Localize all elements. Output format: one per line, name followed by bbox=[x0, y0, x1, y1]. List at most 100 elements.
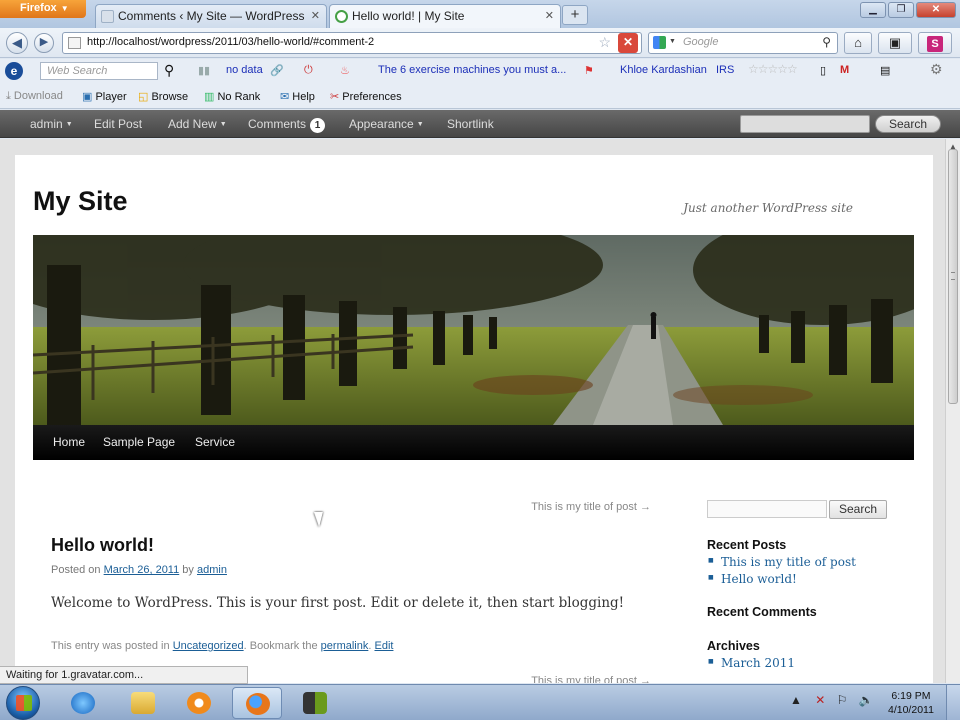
browse-button[interactable]: ◱ Browse bbox=[138, 90, 188, 103]
irs-link[interactable]: IRS bbox=[716, 64, 734, 76]
menu-item-service[interactable]: Service bbox=[195, 435, 235, 449]
recent-post-link[interactable]: This is my title of post bbox=[708, 555, 856, 569]
edit-link[interactable]: Edit bbox=[374, 640, 393, 652]
tab-label: Comments ‹ My Site — WordPress bbox=[118, 9, 305, 23]
ask-logo-icon[interactable]: e bbox=[5, 62, 23, 80]
gear-icon[interactable]: ⚙ bbox=[930, 61, 943, 78]
sidebar-search-input[interactable] bbox=[707, 500, 827, 518]
tab-comments[interactable]: Comments ‹ My Site — WordPress ✕ bbox=[95, 4, 327, 28]
flame-icon[interactable]: ♨ bbox=[340, 64, 350, 77]
site-title[interactable]: My Site bbox=[33, 186, 128, 217]
firefox-menu-button[interactable]: Firefox ▼ bbox=[0, 0, 86, 18]
shortlink-link[interactable]: Shortlink bbox=[447, 117, 494, 131]
celebrity-link[interactable]: Khloe Kardashian bbox=[620, 64, 707, 76]
close-window-button[interactable]: ✕ bbox=[916, 2, 956, 18]
help-label: Help bbox=[292, 91, 315, 103]
taskbar-internet-explorer[interactable] bbox=[58, 687, 108, 719]
entry-footer: This entry was posted in Uncategorized. … bbox=[51, 640, 393, 652]
admin-menu[interactable]: admin ▼ bbox=[30, 117, 73, 131]
appearance-menu[interactable]: Appearance ▼ bbox=[349, 117, 424, 131]
navigation-toolbar: ◀ ▶ http://localhost/wordpress/2011/03/h… bbox=[0, 28, 960, 58]
post-meta: Posted on March 26, 2011 by admin bbox=[51, 564, 227, 576]
no-rank-button[interactable]: ▥ No Rank bbox=[204, 90, 260, 103]
wp-page: My Site Just another WordPress site Home… bbox=[15, 155, 933, 683]
taskbar-camtasia[interactable] bbox=[290, 687, 340, 719]
tray-expand-icon[interactable]: ▲ bbox=[790, 693, 802, 707]
chevron-down-icon[interactable]: ▼ bbox=[669, 38, 676, 45]
show-desktop-button[interactable] bbox=[946, 685, 960, 720]
player-button[interactable]: ▣ Player bbox=[82, 90, 127, 103]
add-new-menu[interactable]: Add New ▼ bbox=[168, 117, 227, 131]
taskbar-media-player[interactable] bbox=[174, 687, 224, 719]
comments-label: Comments bbox=[248, 117, 307, 131]
scrollbar-thumb[interactable] bbox=[948, 149, 958, 404]
maximize-button[interactable]: ❐ bbox=[888, 2, 914, 18]
start-button[interactable] bbox=[6, 686, 40, 720]
author-link[interactable]: admin bbox=[197, 564, 227, 576]
next-post-link[interactable]: This is my title of post → bbox=[531, 501, 651, 513]
site-description: Just another WordPress site bbox=[683, 201, 853, 215]
web-search-input[interactable]: Web Search bbox=[40, 62, 158, 80]
home-button[interactable]: ⌂ bbox=[844, 32, 872, 54]
internet-explorer-icon bbox=[71, 692, 95, 714]
post-title[interactable]: Hello world! bbox=[51, 535, 154, 556]
download-button[interactable]: ⤓ Download bbox=[6, 90, 63, 103]
recorder-icon bbox=[303, 692, 327, 714]
new-tab-button[interactable]: + bbox=[562, 5, 588, 25]
player-icon: ▣ bbox=[82, 91, 96, 103]
next-post-link-bottom[interactable]: This is my title of post → bbox=[531, 675, 651, 683]
search-icon[interactable]: ⚲ bbox=[822, 35, 831, 49]
edit-post-link[interactable]: Edit Post bbox=[94, 117, 142, 131]
preferences-button[interactable]: ✂ Preferences bbox=[330, 90, 402, 103]
permalink-link[interactable]: permalink bbox=[321, 640, 369, 652]
forward-button[interactable]: ▶ bbox=[34, 33, 54, 53]
archive-link[interactable]: March 2011 bbox=[708, 656, 795, 670]
action-center-icon[interactable]: ⚐ bbox=[837, 693, 848, 707]
gmail-icon[interactable]: M bbox=[840, 64, 849, 76]
network-icon[interactable]: ✕ bbox=[815, 693, 825, 707]
search-engine-box[interactable]: ▼ Google ⚲ bbox=[648, 32, 838, 54]
image-icon[interactable]: ▤ bbox=[880, 64, 890, 77]
taskbar-firefox[interactable] bbox=[232, 687, 282, 719]
no-data-label[interactable]: no data bbox=[226, 64, 263, 76]
taskbar-explorer[interactable] bbox=[118, 687, 168, 719]
bookmark-star-icon[interactable]: ☆ bbox=[598, 34, 611, 51]
volume-icon[interactable]: 🔈 bbox=[859, 693, 874, 707]
by-label: by bbox=[182, 564, 194, 576]
stop-button[interactable]: ✕ bbox=[618, 33, 638, 53]
page-scrollbar[interactable]: ▲ bbox=[945, 139, 960, 683]
recent-post-link[interactable]: Hello world! bbox=[708, 572, 797, 586]
addon-s-icon[interactable]: S bbox=[918, 32, 952, 54]
pin-icon[interactable]: ⚑ bbox=[584, 64, 594, 77]
note-icon[interactable]: ▯ bbox=[820, 64, 826, 77]
no-rank-label: No Rank bbox=[217, 91, 261, 103]
comments-link[interactable]: Comments 1 bbox=[248, 117, 326, 133]
admin-search-input[interactable] bbox=[740, 115, 870, 133]
tab-hello-world[interactable]: Hello world! | My Site ✕ bbox=[329, 4, 561, 28]
back-button[interactable]: ◀ bbox=[6, 32, 28, 54]
close-icon[interactable]: ✕ bbox=[311, 9, 320, 22]
addon-toolbar-2: ⤓ Download ▣ Player ◱ Browse ▥ No Rank ✉… bbox=[0, 85, 960, 109]
category-link[interactable]: Uncategorized bbox=[173, 640, 244, 652]
sidebar-search-button[interactable]: Search bbox=[829, 500, 887, 519]
screenshot-icon[interactable]: ▣ bbox=[878, 32, 912, 54]
search-icon[interactable]: ⚲ bbox=[164, 62, 174, 79]
main-menu: Home Sample Page Service bbox=[33, 425, 914, 460]
post-date-link[interactable]: March 26, 2011 bbox=[104, 564, 180, 576]
url-bar[interactable]: http://localhost/wordpress/2011/03/hello… bbox=[62, 32, 642, 54]
chevron-down-icon: ▼ bbox=[219, 121, 227, 128]
admin-search-button[interactable]: Search bbox=[875, 115, 941, 133]
rating-stars-icon[interactable]: ☆☆☆☆☆ bbox=[748, 62, 798, 76]
archives-title: Archives bbox=[707, 639, 760, 653]
taskbar-clock[interactable]: 6:19 PM 4/10/2011 bbox=[888, 689, 934, 717]
minimize-button[interactable]: ▁ bbox=[860, 2, 886, 18]
add-new-label: Add New bbox=[168, 117, 217, 131]
link-icon[interactable]: 🔗 bbox=[270, 64, 284, 77]
menu-item-home[interactable]: Home bbox=[53, 435, 85, 449]
power-icon[interactable]: ⏻ bbox=[304, 64, 313, 77]
help-button[interactable]: ✉ Help bbox=[280, 90, 315, 103]
news-link[interactable]: The 6 exercise machines you must a... bbox=[378, 64, 566, 76]
appearance-label: Appearance bbox=[349, 117, 414, 131]
close-icon[interactable]: ✕ bbox=[545, 9, 554, 22]
menu-item-sample-page[interactable]: Sample Page bbox=[103, 435, 175, 449]
